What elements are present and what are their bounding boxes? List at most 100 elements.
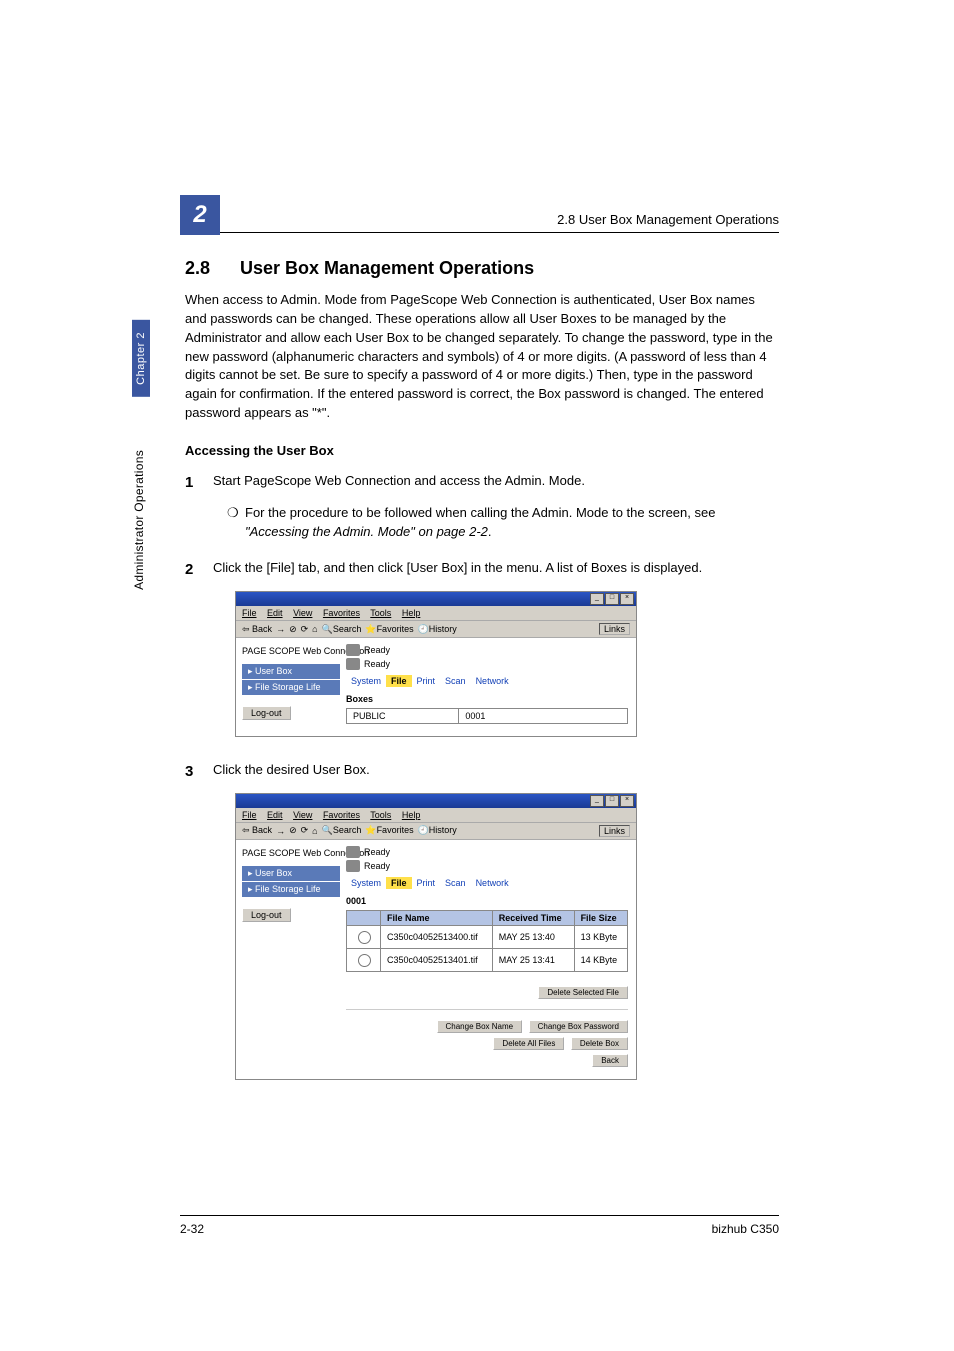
close-icon[interactable]: × <box>620 795 634 807</box>
nav-file-storage[interactable]: ▸ File Storage Life <box>242 680 340 695</box>
menu-file[interactable]: File <box>242 810 257 820</box>
menu-view[interactable]: View <box>293 608 312 618</box>
browser-menubar[interactable]: File Edit View Favorites Tools Help <box>236 808 636 823</box>
logout-button[interactable]: Log-out <box>242 706 291 720</box>
change-box-password-button[interactable]: Change Box Password <box>529 1020 628 1033</box>
main-panel: Ready Ready SystemFilePrintScanNetwork 0… <box>346 840 636 1079</box>
tab-file[interactable]: File <box>386 877 412 889</box>
delete-all-files-button[interactable]: Delete All Files <box>493 1037 564 1050</box>
section-title: 2.8User Box Management Operations <box>185 258 779 279</box>
stop-icon[interactable]: ⊘ <box>289 825 297 836</box>
logo: PAGE SCOPE Web Connection <box>242 646 340 656</box>
files-table: File Name Received Time File Size C350c0… <box>346 910 628 972</box>
sidebar: PAGE SCOPE Web Connection ▸ User Box ▸ F… <box>236 840 346 1079</box>
refresh-icon[interactable]: ⟳ <box>301 624 309 635</box>
home-icon[interactable]: ⌂ <box>312 826 317 836</box>
tab-system[interactable]: System <box>346 877 386 889</box>
step-3: 3 Click the desired User Box. <box>185 761 779 783</box>
file-radio[interactable] <box>358 931 371 944</box>
maximize-icon[interactable]: □ <box>605 593 619 605</box>
section-heading: User Box Management Operations <box>240 258 534 278</box>
menu-edit[interactable]: Edit <box>267 608 283 618</box>
menu-favorites[interactable]: Favorites <box>323 608 360 618</box>
tab-scan[interactable]: Scan <box>440 675 471 687</box>
tab-bar: SystemFilePrintScanNetwork <box>346 878 628 888</box>
footer-rule <box>180 1215 779 1216</box>
menu-help[interactable]: Help <box>402 608 421 618</box>
minimize-icon[interactable]: _ <box>590 795 604 807</box>
tab-system[interactable]: System <box>346 675 386 687</box>
search-button[interactable]: 🔍Search <box>322 624 362 635</box>
note-prefix: For the procedure to be followed when ca… <box>245 505 715 520</box>
minimize-icon[interactable]: _ <box>590 593 604 605</box>
home-icon[interactable]: ⌂ <box>312 624 317 634</box>
delete-selected-button[interactable]: Delete Selected File <box>538 986 628 999</box>
back-button[interactable]: ⇦ Back <box>242 624 272 635</box>
model-name: bizhub C350 <box>712 1222 779 1236</box>
window-titlebar: _ □ × <box>236 794 636 808</box>
favorites-button[interactable]: ⭐Favorites <box>365 624 413 635</box>
delete-box-button[interactable]: Delete Box <box>571 1037 628 1050</box>
file-time-cell: MAY 25 13:41 <box>492 948 574 971</box>
nav-file-storage[interactable]: ▸ File Storage Life <box>242 882 340 897</box>
nav-user-box[interactable]: ▸ User Box <box>242 664 340 679</box>
menu-view[interactable]: View <box>293 810 312 820</box>
note-suffix: . <box>488 524 492 539</box>
step-number: 1 <box>185 472 213 494</box>
back-button[interactable]: ⇦ Back <box>242 825 272 836</box>
status-ready: Ready <box>364 645 390 655</box>
screenshot-box-detail: _ □ × File Edit View Favorites Tools Hel… <box>235 793 637 1080</box>
scanner-icon <box>346 860 360 872</box>
browser-toolbar[interactable]: ⇦ Back → ⊘ ⟳ ⌂ 🔍Search ⭐Favorites 🕘Histo… <box>236 823 636 840</box>
step-text: Click the desired User Box. <box>213 761 779 783</box>
step-text: Click the [File] tab, and then click [Us… <box>213 559 779 581</box>
chapter-side-tab: Chapter 2 <box>132 320 150 397</box>
maximize-icon[interactable]: □ <box>605 795 619 807</box>
logout-button[interactable]: Log-out <box>242 908 291 922</box>
tab-bar: SystemFilePrintScanNetwork <box>346 676 628 686</box>
col-received: Received Time <box>492 910 574 925</box>
forward-icon[interactable]: → <box>276 826 285 836</box>
forward-icon[interactable]: → <box>276 624 285 634</box>
step-note: ❍ For the procedure to be followed when … <box>227 504 779 542</box>
menu-tools[interactable]: Tools <box>370 810 391 820</box>
box-name-cell[interactable]: PUBLIC <box>347 709 459 724</box>
tab-file[interactable]: File <box>386 675 412 687</box>
refresh-icon[interactable]: ⟳ <box>301 825 309 836</box>
tab-print[interactable]: Print <box>412 675 441 687</box>
main-panel: Ready Ready SystemFilePrintScanNetwork B… <box>346 638 636 736</box>
box-number-heading: 0001 <box>346 896 628 906</box>
browser-toolbar[interactable]: ⇦ Back → ⊘ ⟳ ⌂ 🔍Search ⭐Favorites 🕘Histo… <box>236 621 636 638</box>
search-button[interactable]: 🔍Search <box>322 825 362 836</box>
menu-favorites[interactable]: Favorites <box>323 810 360 820</box>
tab-network[interactable]: Network <box>471 675 514 687</box>
logo: PAGE SCOPE Web Connection <box>242 848 340 858</box>
history-button[interactable]: 🕘History <box>418 825 457 836</box>
menu-file[interactable]: File <box>242 608 257 618</box>
table-row[interactable]: PUBLIC 0001 <box>347 709 628 724</box>
close-icon[interactable]: × <box>620 593 634 605</box>
stop-icon[interactable]: ⊘ <box>289 624 297 635</box>
nav-user-box[interactable]: ▸ User Box <box>242 866 340 881</box>
status-ready: Ready <box>364 861 390 871</box>
tab-print[interactable]: Print <box>412 877 441 889</box>
tab-scan[interactable]: Scan <box>440 877 471 889</box>
back-button[interactable]: Back <box>592 1054 628 1067</box>
tab-network[interactable]: Network <box>471 877 514 889</box>
change-box-name-button[interactable]: Change Box Name <box>437 1020 523 1033</box>
file-radio[interactable] <box>358 954 371 967</box>
table-row: C350c04052513400.tif MAY 25 13:40 13 KBy… <box>347 925 628 948</box>
chapter-badge: 2 <box>180 195 220 235</box>
links-label[interactable]: Links <box>599 825 630 837</box>
box-number-cell: 0001 <box>459 709 628 724</box>
browser-menubar[interactable]: File Edit View Favorites Tools Help <box>236 606 636 621</box>
menu-help[interactable]: Help <box>402 810 421 820</box>
menu-tools[interactable]: Tools <box>370 608 391 618</box>
menu-edit[interactable]: Edit <box>267 810 283 820</box>
history-button[interactable]: 🕘History <box>418 624 457 635</box>
favorites-button[interactable]: ⭐Favorites <box>365 825 413 836</box>
status-ready: Ready <box>364 659 390 669</box>
links-label[interactable]: Links <box>599 623 630 635</box>
file-time-cell: MAY 25 13:40 <box>492 925 574 948</box>
file-name-cell: C350c04052513401.tif <box>381 948 493 971</box>
